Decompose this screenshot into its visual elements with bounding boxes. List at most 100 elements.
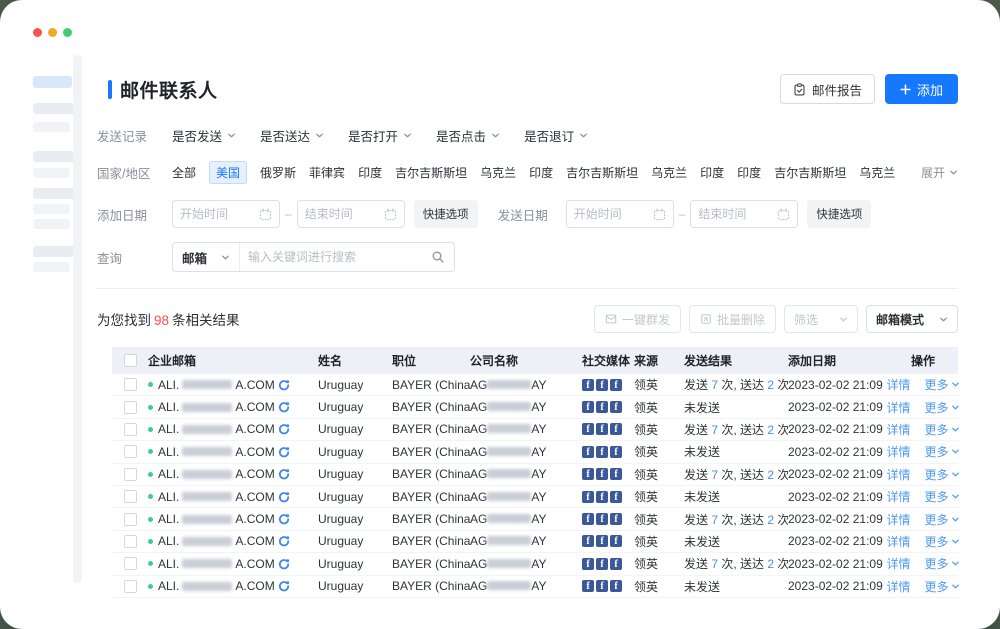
sidebar-item[interactable] (33, 122, 70, 132)
bulk-delete-button[interactable]: 批量删除 (689, 305, 776, 333)
email-verify-icon[interactable] (278, 491, 290, 503)
row-checkbox[interactable] (124, 468, 137, 481)
facebook-icon[interactable]: f (610, 446, 622, 458)
detail-link[interactable]: 详情 (886, 466, 910, 483)
filter-dropdown[interactable]: 是否退订 (524, 126, 588, 145)
more-link[interactable]: 更多 (925, 443, 960, 460)
country-tag[interactable]: 全部 (172, 164, 196, 181)
mailbox-mode-select[interactable]: 邮箱模式 (866, 305, 958, 333)
facebook-icon[interactable]: f (610, 558, 622, 570)
detail-link[interactable]: 详情 (886, 511, 910, 528)
country-tag[interactable]: 俄罗斯 (260, 164, 296, 181)
facebook-icon[interactable]: f (582, 558, 594, 570)
country-tag[interactable]: 乌克兰 (480, 164, 516, 181)
filter-dropdown[interactable]: 是否送达 (260, 126, 324, 145)
facebook-icon[interactable]: f (596, 468, 608, 480)
country-tag[interactable]: 菲律宾 (309, 164, 345, 181)
add-date-start-input[interactable] (180, 207, 255, 221)
facebook-icon[interactable]: f (582, 513, 594, 525)
filter-dropdown[interactable]: 是否发送 (172, 126, 236, 145)
more-link[interactable]: 更多 (925, 421, 960, 438)
country-tag[interactable]: 吉尔吉斯斯坦 (395, 164, 467, 181)
facebook-icon[interactable]: f (596, 491, 608, 503)
facebook-icon[interactable]: f (596, 423, 608, 435)
email-verify-icon[interactable] (278, 468, 290, 480)
select-all-checkbox[interactable] (124, 354, 137, 367)
facebook-icon[interactable]: f (596, 401, 608, 413)
country-tag[interactable]: 乌克兰 (651, 164, 687, 181)
row-checkbox[interactable] (124, 513, 137, 526)
filter-dropdown[interactable]: 是否点击 (436, 126, 500, 145)
row-checkbox[interactable] (124, 423, 137, 436)
sidebar-item[interactable] (33, 262, 70, 272)
calendar-icon[interactable] (777, 208, 790, 221)
minimize-window-button[interactable] (48, 28, 57, 37)
calendar-icon[interactable] (259, 208, 272, 221)
detail-link[interactable]: 详情 (886, 533, 910, 550)
detail-link[interactable]: 详情 (886, 421, 910, 438)
detail-link[interactable]: 详情 (886, 578, 910, 595)
maximize-window-button[interactable] (63, 28, 72, 37)
facebook-icon[interactable]: f (610, 535, 622, 547)
row-checkbox[interactable] (124, 557, 137, 570)
facebook-icon[interactable]: f (610, 491, 622, 503)
detail-link[interactable]: 详情 (886, 376, 910, 393)
more-link[interactable]: 更多 (925, 555, 960, 572)
facebook-icon[interactable]: f (596, 513, 608, 525)
expand-toggle[interactable]: 展开 (921, 164, 958, 181)
facebook-icon[interactable]: f (582, 401, 594, 413)
email-verify-icon[interactable] (278, 535, 290, 547)
facebook-icon[interactable]: f (610, 423, 622, 435)
facebook-icon[interactable]: f (610, 401, 622, 413)
more-link[interactable]: 更多 (925, 578, 960, 595)
filter-select[interactable]: 筛选 (784, 305, 858, 333)
facebook-icon[interactable]: f (582, 535, 594, 547)
row-checkbox[interactable] (124, 580, 137, 593)
calendar-icon[interactable] (384, 208, 397, 221)
add-button[interactable]: 添加 (885, 74, 958, 104)
email-verify-icon[interactable] (278, 558, 290, 570)
add-date-quick-options-button[interactable]: 快捷选项 (414, 200, 478, 228)
country-tag[interactable]: 吉尔吉斯斯坦 (566, 164, 638, 181)
row-checkbox[interactable] (124, 401, 137, 414)
facebook-icon[interactable]: f (582, 491, 594, 503)
sidebar-item[interactable] (33, 168, 70, 178)
detail-link[interactable]: 详情 (886, 555, 910, 572)
search-input[interactable] (240, 250, 431, 264)
email-verify-icon[interactable] (278, 580, 290, 592)
facebook-icon[interactable]: f (610, 468, 622, 480)
facebook-icon[interactable]: f (596, 580, 608, 592)
facebook-icon[interactable]: f (610, 580, 622, 592)
country-tag[interactable]: 印度 (700, 164, 724, 181)
query-field-select[interactable]: 邮箱 (173, 243, 240, 271)
send-date-start-input[interactable] (574, 207, 649, 221)
send-date-end-input[interactable] (698, 207, 773, 221)
row-checkbox[interactable] (124, 535, 137, 548)
add-date-end-input[interactable] (305, 207, 380, 221)
facebook-icon[interactable]: f (582, 379, 594, 391)
send-date-quick-options-button[interactable]: 快捷选项 (807, 200, 871, 228)
facebook-icon[interactable]: f (596, 558, 608, 570)
country-tag[interactable]: 印度 (358, 164, 382, 181)
detail-link[interactable]: 详情 (886, 399, 910, 416)
country-tag[interactable]: 吉尔吉斯斯坦 (774, 164, 846, 181)
sidebar-item-active[interactable] (33, 76, 72, 88)
bulk-send-button[interactable]: 一键群发 (594, 305, 681, 333)
country-tag-selected[interactable]: 美国 (209, 161, 247, 184)
row-checkbox[interactable] (124, 490, 137, 503)
facebook-icon[interactable]: f (596, 379, 608, 391)
more-link[interactable]: 更多 (925, 399, 960, 416)
email-verify-icon[interactable] (278, 446, 290, 458)
more-link[interactable]: 更多 (925, 488, 960, 505)
email-verify-icon[interactable] (278, 513, 290, 525)
facebook-icon[interactable]: f (596, 535, 608, 547)
facebook-icon[interactable]: f (596, 446, 608, 458)
facebook-icon[interactable]: f (582, 468, 594, 480)
row-checkbox[interactable] (124, 445, 137, 458)
email-verify-icon[interactable] (278, 401, 290, 413)
detail-link[interactable]: 详情 (886, 443, 910, 460)
country-tag[interactable]: 印度 (529, 164, 553, 181)
close-window-button[interactable] (33, 28, 42, 37)
facebook-icon[interactable]: f (610, 379, 622, 391)
row-checkbox[interactable] (124, 378, 137, 391)
